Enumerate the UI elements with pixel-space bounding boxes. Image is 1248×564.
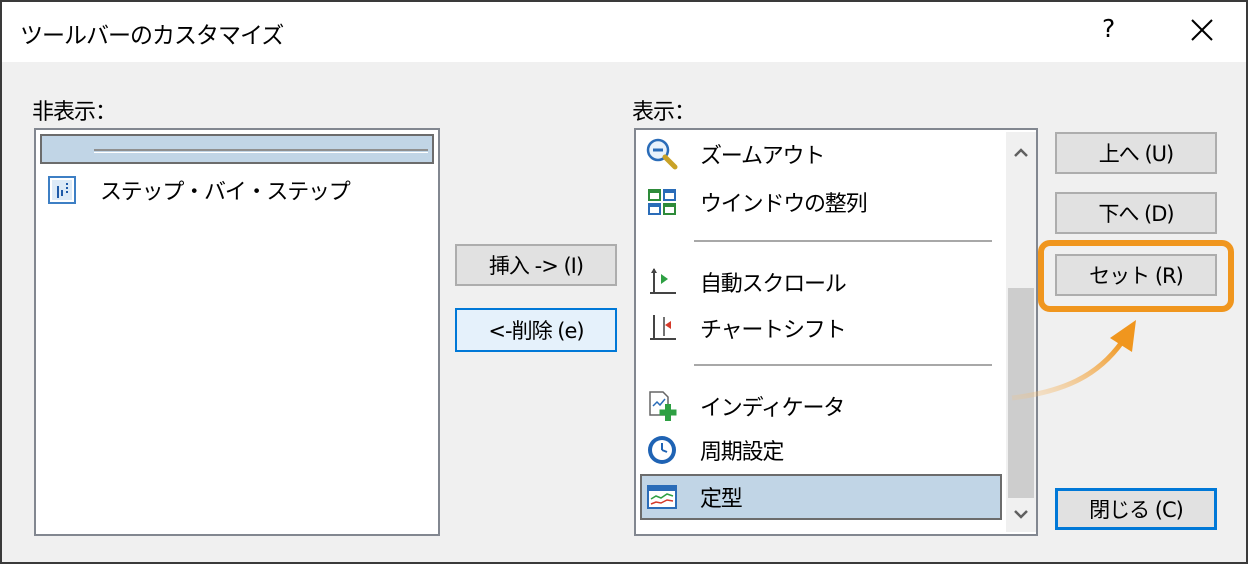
indicator-add-icon <box>649 391 677 421</box>
list-item-label: 自動スクロール <box>700 272 847 297</box>
clock-icon <box>648 436 676 464</box>
move-up-button[interactable]: 上へ (U) <box>1055 132 1217 174</box>
reset-button-highlight <box>1038 240 1234 312</box>
auto-scroll-icon <box>650 268 676 294</box>
chart-shift-icon <box>650 315 676 340</box>
list-item-content: 定型 <box>646 477 743 517</box>
list-item[interactable]: ズームアウト <box>646 134 825 174</box>
zoom-out-icon <box>646 138 678 170</box>
list-item-label: インディケータ <box>700 396 845 421</box>
window-title: ツールバーのカスタマイズ <box>20 23 284 49</box>
list-item[interactable]: ウインドウの整列 <box>646 182 868 222</box>
separator-item-selected[interactable] <box>40 134 434 164</box>
list-item-selected[interactable]: 定型 <box>640 474 1002 520</box>
toolbar-customize-dialog: ツールバーのカスタマイズ ? 非表示： ステップ・バイ・ステップ 挿入 -> (… <box>0 0 1248 564</box>
tile-windows-icon <box>648 189 676 215</box>
template-icon <box>647 485 677 509</box>
hidden-list[interactable]: ステップ・バイ・ステップ <box>34 128 440 536</box>
list-item-label: ズームアウト <box>700 144 825 169</box>
shown-list[interactable]: ズームアウト ウインドウの整列 自動スクロール チャートシフト インディケータ … <box>634 128 1038 536</box>
close-icon[interactable] <box>1188 16 1216 44</box>
help-button[interactable]: ? <box>1102 14 1115 43</box>
list-item-label: 周期設定 <box>700 440 784 465</box>
list-item-label: ステップ・バイ・ステップ <box>100 180 351 205</box>
scroll-up-button[interactable] <box>1006 132 1036 172</box>
list-item[interactable]: 周期設定 <box>646 430 784 470</box>
step-by-step-icon <box>48 176 76 204</box>
separator <box>694 364 992 366</box>
remove-button[interactable]: <-削除 (e) <box>455 308 617 352</box>
list-item-label: ウインドウの整列 <box>700 192 868 217</box>
insert-button[interactable]: 挿入 -> (I) <box>455 244 617 286</box>
separator <box>694 240 992 242</box>
list-item[interactable]: インディケータ <box>646 386 845 426</box>
chevron-up-icon <box>1014 148 1028 157</box>
shown-list-label: 表示： <box>632 100 696 125</box>
chevron-down-icon <box>1014 510 1028 519</box>
list-item-label: チャートシフト <box>700 318 847 343</box>
hidden-list-label: 非表示： <box>32 100 117 125</box>
list-item[interactable]: 自動スクロール <box>646 262 847 302</box>
scroll-down-button[interactable] <box>1006 496 1036 532</box>
title-bar: ツールバーのカスタマイズ ? <box>2 2 1246 62</box>
close-dialog-button[interactable]: 閉じる (C) <box>1055 488 1217 530</box>
list-item-label: 定型 <box>700 487 743 512</box>
move-down-button[interactable]: 下へ (D) <box>1055 192 1217 234</box>
list-item[interactable]: ステップ・バイ・ステップ <box>46 170 351 210</box>
annotation-arrow-icon <box>1011 320 1136 401</box>
list-item[interactable]: チャートシフト <box>646 308 847 348</box>
